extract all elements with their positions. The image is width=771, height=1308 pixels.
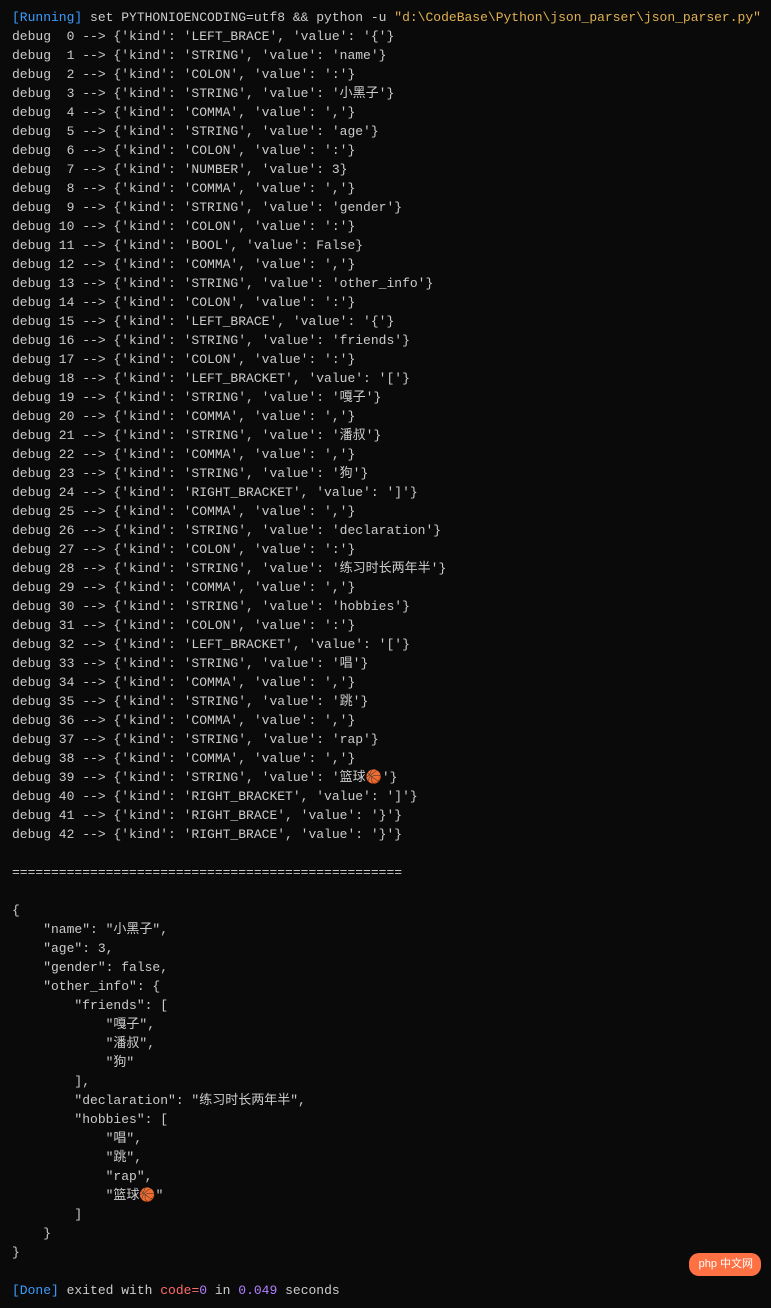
debug-line: debug 12 --> {'kind': 'COMMA', 'value': … [12,255,759,274]
running-label: [Running] [12,10,82,25]
debug-line: debug 26 --> {'kind': 'STRING', 'value':… [12,521,759,540]
debug-line: debug 2 --> {'kind': 'COLON', 'value': '… [12,65,759,84]
debug-line: debug 11 --> {'kind': 'BOOL', 'value': F… [12,236,759,255]
debug-line: debug 40 --> {'kind': 'RIGHT_BRACKET', '… [12,787,759,806]
json-line: "age": 3, [12,939,759,958]
in-text: in [207,1283,238,1298]
command-text: set PYTHONIOENCODING=utf8 && python -u [82,10,394,25]
debug-line: debug 3 --> {'kind': 'STRING', 'value': … [12,84,759,103]
debug-line: debug 35 --> {'kind': 'STRING', 'value':… [12,692,759,711]
json-line: "嘎子", [12,1015,759,1034]
json-line: ], [12,1072,759,1091]
json-line: "篮球🏀" [12,1186,759,1205]
running-line: [Running] set PYTHONIOENCODING=utf8 && p… [12,8,759,27]
json-line: "潘叔", [12,1034,759,1053]
debug-line: debug 0 --> {'kind': 'LEFT_BRACE', 'valu… [12,27,759,46]
json-line: "唱", [12,1129,759,1148]
debug-line: debug 38 --> {'kind': 'COMMA', 'value': … [12,749,759,768]
debug-line: debug 32 --> {'kind': 'LEFT_BRACKET', 'v… [12,635,759,654]
php-watermark-badge: php 中文网 [689,1253,761,1276]
debug-line: debug 5 --> {'kind': 'STRING', 'value': … [12,122,759,141]
debug-line: debug 1 --> {'kind': 'STRING', 'value': … [12,46,759,65]
debug-line: debug 15 --> {'kind': 'LEFT_BRACE', 'val… [12,312,759,331]
json-line: "declaration": "练习时长两年半", [12,1091,759,1110]
exited-text: exited with [59,1283,160,1298]
debug-line: debug 10 --> {'kind': 'COLON', 'value': … [12,217,759,236]
debug-line: debug 28 --> {'kind': 'STRING', 'value':… [12,559,759,578]
debug-line: debug 17 --> {'kind': 'COLON', 'value': … [12,350,759,369]
debug-line: debug 22 --> {'kind': 'COMMA', 'value': … [12,445,759,464]
json-line: } [12,1243,759,1262]
debug-line: debug 24 --> {'kind': 'RIGHT_BRACKET', '… [12,483,759,502]
debug-line: debug 20 --> {'kind': 'COMMA', 'value': … [12,407,759,426]
json-line: "跳", [12,1148,759,1167]
json-line: } [12,1224,759,1243]
time-value: 0.049 [238,1283,277,1298]
debug-line: debug 37 --> {'kind': 'STRING', 'value':… [12,730,759,749]
blank-line [12,1262,759,1281]
debug-line: debug 30 --> {'kind': 'STRING', 'value':… [12,597,759,616]
debug-line: debug 39 --> {'kind': 'STRING', 'value':… [12,768,759,787]
blank-line [12,882,759,901]
blank-line [12,844,759,863]
json-line: "rap", [12,1167,759,1186]
code-value: 0 [199,1283,207,1298]
json-output: { "name": "小黑子", "age": 3, "gender": fal… [12,901,759,1262]
json-line: "friends": [ [12,996,759,1015]
debug-line: debug 7 --> {'kind': 'NUMBER', 'value': … [12,160,759,179]
debug-line: debug 31 --> {'kind': 'COLON', 'value': … [12,616,759,635]
json-line: "name": "小黑子", [12,920,759,939]
debug-line: debug 42 --> {'kind': 'RIGHT_BRACE', 'va… [12,825,759,844]
debug-line: debug 8 --> {'kind': 'COMMA', 'value': '… [12,179,759,198]
seconds-text: seconds [277,1283,339,1298]
debug-line: debug 16 --> {'kind': 'STRING', 'value':… [12,331,759,350]
separator-line: ========================================… [12,863,759,882]
debug-line: debug 34 --> {'kind': 'COMMA', 'value': … [12,673,759,692]
debug-line: debug 29 --> {'kind': 'COMMA', 'value': … [12,578,759,597]
script-path: "d:\CodeBase\Python\json_parser\json_par… [394,10,761,25]
debug-output: debug 0 --> {'kind': 'LEFT_BRACE', 'valu… [12,27,759,844]
debug-line: debug 18 --> {'kind': 'LEFT_BRACKET', 'v… [12,369,759,388]
json-line: { [12,901,759,920]
json-line: "狗" [12,1053,759,1072]
debug-line: debug 33 --> {'kind': 'STRING', 'value':… [12,654,759,673]
debug-line: debug 36 --> {'kind': 'COMMA', 'value': … [12,711,759,730]
debug-line: debug 25 --> {'kind': 'COMMA', 'value': … [12,502,759,521]
code-label: code= [160,1283,199,1298]
json-line: ] [12,1205,759,1224]
debug-line: debug 27 --> {'kind': 'COLON', 'value': … [12,540,759,559]
json-line: "gender": false, [12,958,759,977]
json-line: "other_info": { [12,977,759,996]
debug-line: debug 13 --> {'kind': 'STRING', 'value':… [12,274,759,293]
debug-line: debug 6 --> {'kind': 'COLON', 'value': '… [12,141,759,160]
done-line: [Done] exited with code=0 in 0.049 secon… [12,1281,759,1300]
debug-line: debug 19 --> {'kind': 'STRING', 'value':… [12,388,759,407]
debug-line: debug 23 --> {'kind': 'STRING', 'value':… [12,464,759,483]
json-line: "hobbies": [ [12,1110,759,1129]
debug-line: debug 14 --> {'kind': 'COLON', 'value': … [12,293,759,312]
done-label: [Done] [12,1283,59,1298]
terminal-output[interactable]: [Running] set PYTHONIOENCODING=utf8 && p… [12,8,759,1300]
debug-line: debug 41 --> {'kind': 'RIGHT_BRACE', 'va… [12,806,759,825]
debug-line: debug 9 --> {'kind': 'STRING', 'value': … [12,198,759,217]
debug-line: debug 21 --> {'kind': 'STRING', 'value':… [12,426,759,445]
debug-line: debug 4 --> {'kind': 'COMMA', 'value': '… [12,103,759,122]
